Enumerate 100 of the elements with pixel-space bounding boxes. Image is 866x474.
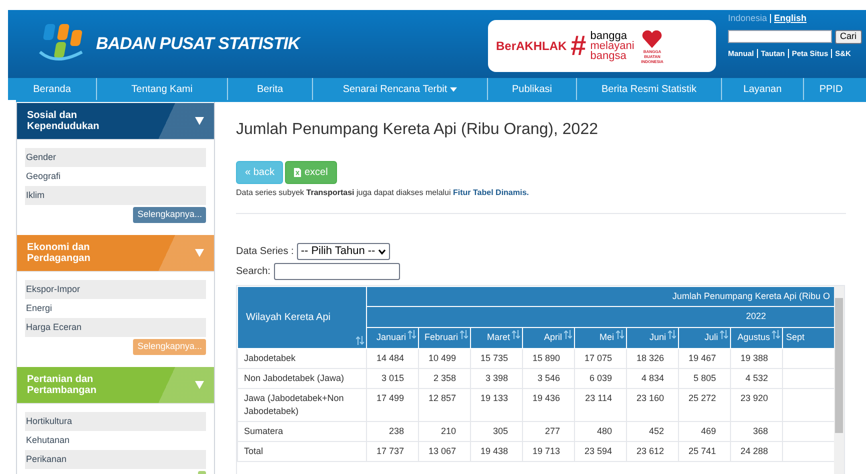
table-cell: 469 <box>678 422 730 442</box>
column-header[interactable]: Maret <box>470 328 522 348</box>
table-cell: 19 713 <box>522 442 574 462</box>
table-cell: 210 <box>418 422 470 442</box>
table-cell: 3 398 <box>470 368 522 388</box>
slogan-line: melayani <box>590 41 634 51</box>
row-label: Jawa (Jabodetabek+Non Jabodetabek) <box>238 388 366 422</box>
table-cell: 13 067 <box>418 442 470 462</box>
table-cell: 19 388 <box>730 348 782 368</box>
category-link[interactable]: Energi <box>25 299 206 318</box>
expand-icon <box>195 249 204 257</box>
sort-icon <box>772 330 780 339</box>
table-cell: 12 857 <box>418 388 470 422</box>
row-label: Total <box>238 442 366 462</box>
table-cell: 4 834 <box>626 368 678 388</box>
sort-icon <box>616 330 624 339</box>
row-label: Non Jabodetabek (Jawa) <box>238 368 366 388</box>
category-link[interactable]: Harga Eceran <box>25 318 206 337</box>
slogan-line: bangsa <box>590 51 626 61</box>
year-header: 2022 <box>366 306 834 328</box>
table-cell: 17 737 <box>366 442 418 462</box>
table-cell: 452 <box>626 422 678 442</box>
table-cell: 25 272 <box>678 388 730 422</box>
group-header: Jumlah Penumpang Kereta Api (Ribu O <box>366 286 834 306</box>
table-cell: 23 920 <box>730 388 782 422</box>
year-select[interactable]: -- Pilih Tahun -- <box>296 243 390 260</box>
search-button[interactable]: Cari <box>835 30 862 44</box>
heart-icon <box>641 28 664 48</box>
search-field[interactable] <box>728 30 832 43</box>
column-header[interactable]: Februari <box>418 328 470 348</box>
table-cell: 18 326 <box>626 348 678 368</box>
table-cell: 23 114 <box>574 388 626 422</box>
sort-icon <box>564 330 572 339</box>
campaign-brand: BerAKHLAK <box>496 38 567 55</box>
category-link[interactable]: Geografi <box>25 167 206 186</box>
table-cell: 14 484 <box>366 348 418 368</box>
scrollbar[interactable] <box>834 286 844 474</box>
column-header[interactable]: Sept <box>782 328 834 348</box>
hashtag-mark: # <box>570 32 586 60</box>
table-cell: 238 <box>366 422 418 442</box>
column-header[interactable]: April <box>522 328 574 348</box>
info-text: Data series subyek Transportasi juga dapat diakses melalui Fitur Tabel Dinamis. <box>236 187 530 199</box>
sort-icon <box>408 330 416 339</box>
row-label: Sumatera <box>238 422 366 442</box>
table-cell: 25 741 <box>678 442 730 462</box>
category-header[interactable]: Ekonomi dan Perdagangan <box>17 235 214 271</box>
column-header[interactable]: Mei <box>574 328 626 348</box>
table-cell: 19 436 <box>522 388 574 422</box>
table-cell: 4 532 <box>730 368 782 388</box>
nav-item[interactable]: PPID <box>804 78 858 100</box>
table-cell: 5 805 <box>678 368 730 388</box>
language-link[interactable]: English <box>774 12 807 26</box>
table-cell: 305 <box>470 422 522 442</box>
table-cell: 23 612 <box>626 442 678 462</box>
expand-icon <box>195 381 204 389</box>
column-header[interactable]: Agustus <box>730 328 782 348</box>
table-cell: 277 <box>522 422 574 442</box>
table-cell: 15 890 <box>522 348 574 368</box>
column-header[interactable]: Juli <box>678 328 730 348</box>
column-header[interactable]: Wilayah Kereta Api <box>238 286 366 348</box>
table-cell: 24 288 <box>730 442 782 462</box>
category-link[interactable]: Perikanan <box>25 450 206 469</box>
sort-icon <box>356 336 364 345</box>
expand-icon <box>195 117 204 125</box>
table-cell: 19 438 <box>470 442 522 462</box>
dynamic-table-link[interactable]: Fitur Tabel Dinamis. <box>453 188 529 197</box>
category-link[interactable]: Iklim <box>25 186 206 205</box>
table-cell: 3 546 <box>522 368 574 388</box>
excel-button[interactable]: excel <box>285 161 337 184</box>
sort-icon <box>720 330 728 339</box>
category-link[interactable]: Kehutanan <box>25 431 206 450</box>
search-label: Search: <box>236 265 270 279</box>
category-header[interactable]: Pertanian dan Pertambangan <box>17 367 214 403</box>
series-label: Data Series : <box>236 245 294 259</box>
language-link[interactable]: Indonesia <box>728 12 768 26</box>
table-cell: 3 015 <box>366 368 418 388</box>
more-button[interactable]: Selengkapnya... <box>133 207 206 223</box>
table-cell: 19 133 <box>470 388 522 422</box>
column-header[interactable]: Januari <box>366 328 418 348</box>
category-link[interactable]: Hortikultura <box>25 412 206 431</box>
table-cell: 2 358 <box>418 368 470 388</box>
row-label: Jabodetabek <box>238 348 366 368</box>
sort-icon <box>668 330 676 339</box>
sort-icon <box>512 330 520 339</box>
table-cell: 368 <box>730 422 782 442</box>
table-cell: 23 594 <box>574 442 626 462</box>
chevron-icon <box>378 248 386 254</box>
table-cell: 6 039 <box>574 368 626 388</box>
table-cell: 480 <box>574 422 626 442</box>
site-name: BADAN PUSAT STATISTIK <box>96 33 300 56</box>
table-cell: 10 499 <box>418 348 470 368</box>
category-link[interactable]: Gender <box>25 148 206 167</box>
category-header[interactable]: Sosial dan Kependudukan <box>17 103 214 139</box>
table-cell: 17 075 <box>574 348 626 368</box>
column-header[interactable]: Juni <box>626 328 678 348</box>
spreadsheet-icon <box>294 168 302 177</box>
table-search-field[interactable] <box>274 263 400 280</box>
category-link[interactable]: Ekspor-Impor <box>25 280 206 299</box>
page-title: Jumlah Penumpang Kereta Api (Ribu Orang), 2022 <box>236 120 599 140</box>
table-cell: 15 735 <box>470 348 522 368</box>
